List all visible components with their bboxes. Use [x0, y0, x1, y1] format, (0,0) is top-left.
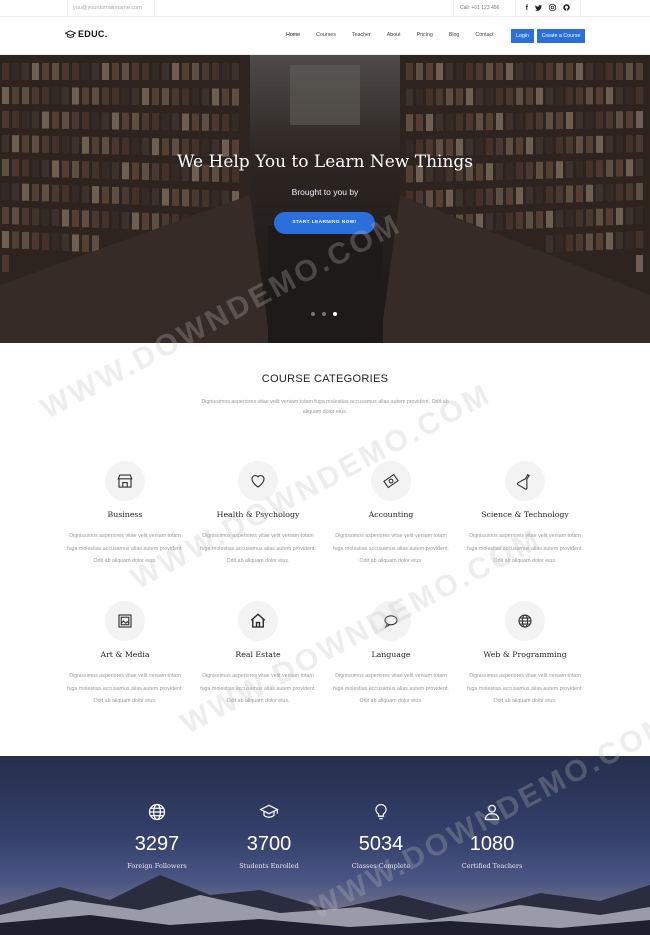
top-bar: you@yourdomainname.com Call: +01 123 456…: [0, 0, 650, 28]
stat-number: 3700: [246, 833, 292, 855]
hero-subtitle: Brought to you by: [291, 187, 359, 197]
slider-dot-1[interactable]: [311, 312, 315, 316]
category-icon-circle: [505, 461, 545, 501]
stat-label: Foreign Followers: [127, 862, 187, 870]
category-art-media[interactable]: Art & Media Dignissimos asperiores vitae…: [58, 601, 192, 708]
instagram-icon[interactable]: [549, 4, 557, 13]
flask-icon: [516, 473, 530, 490]
main-navbar: EDUC. Home Courses Teacher About Pricing…: [0, 17, 650, 55]
create-course-button[interactable]: Create a Course: [537, 29, 585, 43]
hero-overlay: [0, 55, 650, 343]
graduation-cap-icon: [259, 804, 279, 818]
category-description: Dignissimos asperiores vitae velit venia…: [467, 673, 583, 704]
category-description: Dignissimos asperiores vitae velit venia…: [67, 673, 183, 704]
logo-text: EDUC.: [78, 29, 108, 39]
category-name: Accounting: [368, 510, 414, 519]
slider-dots: [311, 312, 337, 316]
login-button[interactable]: Login: [511, 29, 534, 43]
lightbulb-icon: [375, 803, 387, 820]
nav-contact[interactable]: Contact: [475, 28, 493, 43]
stat-foreign-followers: 3297 Foreign Followers: [102, 802, 212, 870]
slider-dot-3[interactable]: [333, 312, 337, 316]
stat-students-enrolled: 3700 Students Enrolled: [214, 802, 324, 870]
category-name: Business: [107, 510, 143, 519]
category-name: Web & Programming: [483, 650, 567, 659]
category-description: Dignissimos asperiores vitae velit venia…: [333, 533, 449, 564]
contact-phone: Call: +01 123 456 7890: [453, 0, 515, 28]
hero-title: We Help You to Learn New Things: [176, 152, 474, 172]
globe-icon: [148, 803, 166, 821]
nav-home[interactable]: Home: [286, 28, 300, 43]
hero-slider: We Help You to Learn New Things Brought …: [0, 55, 650, 343]
graduation-cap-icon: [65, 29, 76, 38]
contact-email[interactable]: you@yourdomainname.com: [67, 0, 155, 17]
main-menu: Home Courses Teacher About Pricing Blog …: [286, 28, 510, 43]
category-icon-circle: [505, 601, 545, 641]
facebook-icon[interactable]: f: [526, 5, 528, 12]
nav-courses[interactable]: Courses: [316, 28, 336, 43]
stat-label: Certified Teachers: [461, 862, 523, 870]
picture-icon: [118, 614, 132, 628]
nav-pricing[interactable]: Pricing: [417, 28, 433, 43]
shop-icon: [117, 474, 133, 488]
stat-number: 3297: [134, 833, 180, 855]
nav-teacher[interactable]: Teacher: [352, 28, 371, 43]
category-icon-circle: [105, 461, 145, 501]
category-icon-circle: [238, 601, 278, 641]
slider-dot-2[interactable]: [322, 312, 326, 316]
category-icon-circle: [105, 601, 145, 641]
site-logo[interactable]: EDUC.: [65, 29, 108, 39]
nav-blog[interactable]: Blog: [449, 28, 460, 43]
nav-about[interactable]: About: [387, 28, 401, 43]
category-web-programming[interactable]: Web & Programming Dignissimos asperiores…: [458, 601, 592, 708]
github-icon[interactable]: [563, 4, 571, 13]
globe-icon: [518, 614, 532, 628]
stat-label: Students Enrolled: [239, 862, 299, 870]
home-icon: [250, 613, 266, 628]
category-description: Dignissimos asperiores vitae velit venia…: [333, 673, 449, 704]
social-links: f: [515, 0, 581, 17]
category-name: Science & Technology: [481, 510, 569, 519]
money-icon: [383, 473, 399, 489]
heart-icon: [251, 475, 265, 488]
category-name: Art & Media: [100, 650, 150, 659]
twitter-icon[interactable]: [535, 4, 543, 13]
